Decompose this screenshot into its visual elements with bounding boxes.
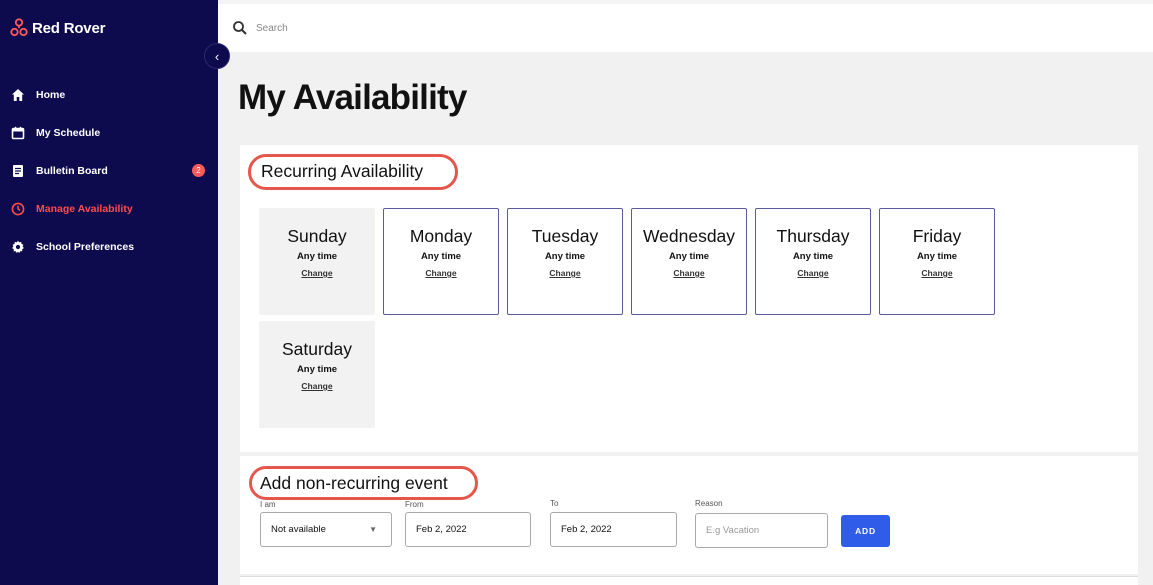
day-availability: Any time (296, 251, 338, 262)
recurring-availability-title: Recurring Availability (261, 161, 424, 181)
gear-icon (10, 239, 26, 255)
from-label: From (405, 500, 424, 509)
calendar-icon (10, 125, 26, 141)
sidebar-item-school-preferences[interactable]: School Preferences (0, 228, 218, 266)
next-card-edge (240, 576, 1138, 585)
day-availability: Any time (916, 251, 958, 262)
reason-label: Reason (695, 499, 723, 508)
sidebar-item-label: My Schedule (36, 127, 101, 139)
day-card-friday: Friday Any time Change (879, 208, 995, 315)
from-date-field[interactable]: Feb 2, 2022 (405, 512, 531, 547)
change-link[interactable]: Change (756, 268, 870, 278)
non-recurring-event-title: Add non-recurring event (260, 473, 448, 493)
day-name: Tuesday (531, 226, 599, 246)
notification-badge: 2 (192, 164, 205, 177)
change-link[interactable]: Change (260, 381, 374, 391)
logo-icon (10, 18, 28, 37)
day-card-sunday: Sunday Any time Change (259, 208, 375, 315)
sidebar-item-label: Home (36, 89, 66, 101)
day-card-wednesday: Wednesday Any time Change (631, 208, 747, 315)
availability-status-select[interactable]: Not available ▼ (260, 512, 392, 547)
to-date-field[interactable]: Feb 2, 2022 (550, 512, 677, 547)
to-date-value: Feb 2, 2022 (561, 524, 612, 535)
recurring-availability-card: Recurring Availability Sunday Any time C… (240, 145, 1138, 452)
change-link[interactable]: Change (260, 268, 374, 278)
search-icon (233, 21, 247, 35)
collapse-sidebar-button[interactable]: ‹ (204, 43, 230, 69)
day-name: Thursday (776, 226, 850, 246)
change-link[interactable]: Change (384, 268, 498, 278)
day-name: Friday (912, 226, 962, 246)
dropdown-arrow-icon: ▼ (369, 525, 377, 534)
sidebar-item-label: Manage Availability (36, 203, 133, 215)
chevron-left-icon: ‹ (214, 48, 220, 64)
app-name: Red Rover (32, 19, 106, 37)
day-name: Saturday (281, 339, 353, 359)
day-card-thursday: Thursday Any time Change (755, 208, 871, 315)
document-icon (10, 163, 26, 179)
day-name: Monday (409, 226, 473, 246)
change-link[interactable]: Change (632, 268, 746, 278)
top-bar (218, 4, 1153, 52)
day-name: Sunday (287, 226, 347, 246)
clock-icon (10, 201, 26, 217)
day-card-tuesday: Tuesday Any time Change (507, 208, 623, 315)
day-name: Wednesday (642, 226, 736, 246)
i-am-label: I am (260, 500, 276, 509)
main-content: My Availability Recurring Availability S… (218, 52, 1153, 585)
sidebar-item-home[interactable]: Home (0, 76, 218, 114)
day-availability: Any time (792, 251, 834, 262)
day-availability: Any time (668, 251, 710, 262)
sidebar-item-manage-availability[interactable]: Manage Availability (0, 190, 218, 228)
non-recurring-event-card: Add non-recurring event I am Not availab… (240, 456, 1138, 574)
search-input[interactable] (256, 18, 556, 38)
day-card-saturday: Saturday Any time Change (259, 321, 375, 428)
sidebar-nav: Home My Schedule Bulletin Board 2 Manage… (0, 76, 218, 266)
reason-placeholder: E.g Vacation (706, 525, 760, 536)
day-availability: Any time (544, 251, 586, 262)
home-icon (10, 87, 26, 103)
from-date-value: Feb 2, 2022 (416, 524, 467, 535)
select-value: Not available (271, 524, 326, 535)
sidebar-item-bulletin-board[interactable]: Bulletin Board 2 (0, 152, 218, 190)
page-title: My Availability (238, 78, 467, 117)
change-link[interactable]: Change (508, 268, 622, 278)
add-event-button[interactable]: ADD (841, 515, 890, 547)
day-card-monday: Monday Any time Change (383, 208, 499, 315)
sidebar-item-my-schedule[interactable]: My Schedule (0, 114, 218, 152)
to-label: To (550, 499, 559, 508)
sidebar-item-label: Bulletin Board (36, 165, 108, 177)
sidebar-item-label: School Preferences (36, 241, 135, 253)
reason-input[interactable]: E.g Vacation (695, 513, 828, 548)
day-availability: Any time (296, 364, 338, 375)
sidebar: Red Rover Home My Schedule Bulletin Boar… (0, 0, 218, 585)
app-logo[interactable]: Red Rover (10, 18, 105, 38)
day-availability: Any time (420, 251, 462, 262)
change-link[interactable]: Change (880, 268, 994, 278)
